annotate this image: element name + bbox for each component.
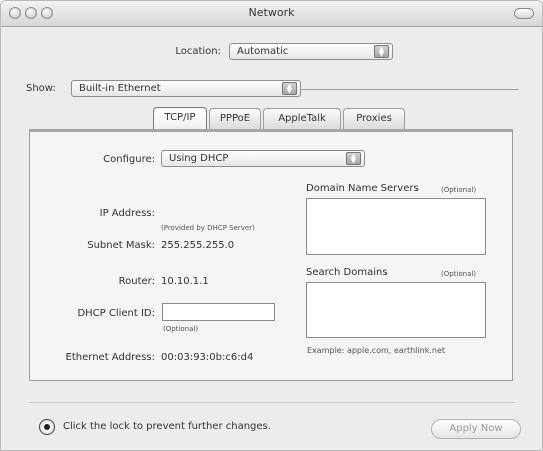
lock-icon[interactable] — [39, 419, 55, 435]
dhcp-client-id-label: DHCP Client ID: — [77, 308, 155, 319]
tab-proxies[interactable]: Proxies — [343, 108, 405, 129]
show-popup[interactable]: Built-in Ethernet ▲ ▼ — [71, 80, 301, 97]
location-popup[interactable]: Automatic ▲ ▼ — [229, 43, 393, 60]
search-domains-label: Search Domains — [306, 267, 388, 278]
search-domains-optional-note: (Optional) — [441, 270, 477, 278]
popup-arrows-icon: ▲ ▼ — [282, 82, 297, 95]
ethernet-address-value: 00:03:93:0b:c6:d4 — [161, 352, 254, 363]
show-separator — [301, 89, 519, 90]
toolbar-toggle-button[interactable] — [514, 8, 534, 19]
network-window: Network Location: Automatic ▲ ▼ Show: Bui… — [0, 0, 543, 451]
show-label: Show: — [26, 83, 56, 94]
tab-tcpip[interactable]: TCP/IP — [153, 107, 207, 129]
dhcp-client-id-input[interactable] — [162, 303, 275, 321]
title-bar[interactable]: Network — [1, 1, 542, 27]
window-title: Network — [248, 6, 295, 19]
router-label: Router: — [118, 276, 155, 287]
dns-optional-note: (Optional) — [441, 186, 477, 194]
dns-textarea[interactable] — [306, 198, 486, 255]
ip-address-note: (Provided by DHCP Server) — [161, 224, 255, 232]
ethernet-address-label: Ethernet Address: — [65, 352, 155, 363]
dns-label: Domain Name Servers — [306, 183, 419, 194]
configure-popup[interactable]: Using DHCP ▲ ▼ — [161, 150, 365, 167]
show-popup-value: Built-in Ethernet — [79, 83, 161, 94]
ip-address-label: IP Address: — [99, 208, 155, 219]
tab-pppoe[interactable]: PPPoE — [209, 108, 261, 129]
popup-arrows-icon: ▲ ▼ — [346, 152, 361, 165]
footer-separator — [29, 402, 515, 403]
configure-popup-value: Using DHCP — [169, 153, 229, 164]
lock-dot — [44, 424, 50, 430]
dhcp-client-id-note: (Optional) — [163, 325, 199, 333]
lock-text: Click the lock to prevent further change… — [63, 421, 271, 432]
subnet-mask-value: 255.255.255.0 — [161, 240, 235, 251]
popup-arrows-icon: ▲ ▼ — [374, 45, 389, 58]
router-value: 10.10.1.1 — [161, 276, 209, 287]
location-popup-value: Automatic — [237, 46, 289, 57]
tab-appletalk[interactable]: AppleTalk — [263, 108, 341, 129]
configure-label: Configure: — [103, 154, 155, 165]
search-domains-textarea[interactable] — [306, 282, 486, 338]
apply-now-button[interactable]: Apply Now — [431, 419, 521, 439]
example-text: Example: apple.com, earthlink.net — [307, 346, 446, 355]
subnet-mask-label: Subnet Mask: — [87, 240, 155, 251]
location-label: Location: — [175, 46, 221, 57]
